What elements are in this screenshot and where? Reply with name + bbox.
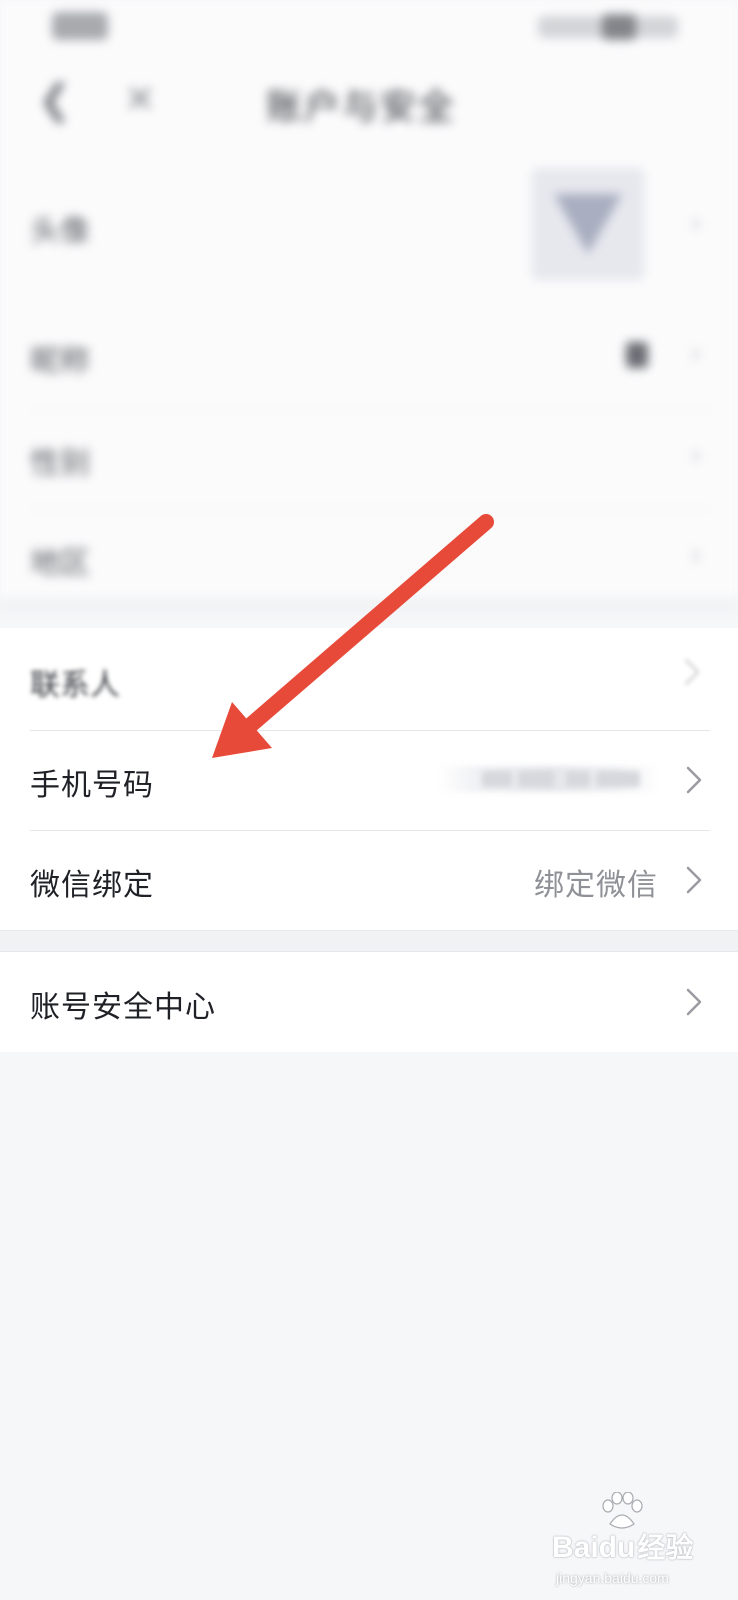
close-icon[interactable]: ✕	[124, 80, 156, 118]
row-account-security-center[interactable]: 账号安全中心	[0, 952, 738, 1052]
chevron-right-icon: ›	[690, 438, 702, 473]
row-value: 绑定微信	[534, 868, 658, 903]
row-phone-number[interactable]: 手机号码	[0, 730, 738, 830]
chevron-right-icon	[686, 866, 702, 898]
battery-icon	[602, 14, 636, 40]
row-label: 手机号码	[30, 768, 154, 803]
row-gender[interactable]: 性别 ›	[0, 410, 738, 510]
row-contact[interactable]: 联系人	[0, 628, 738, 730]
watermark-brand: Baidu经验	[552, 1531, 694, 1564]
row-wechat-binding[interactable]: 微信绑定 绑定微信	[0, 830, 738, 930]
row-label: 性别	[30, 446, 90, 481]
section-gap	[0, 930, 738, 952]
blurred-header-region: ❮ ✕ 账户与安全 头像 › 昵称 › 性别 › 地区 ›	[0, 0, 738, 612]
chevron-right-icon	[686, 766, 702, 798]
watermark: Baidu经验 jingyan.baidu.com	[552, 1492, 738, 1600]
divider	[30, 730, 710, 731]
chevron-right-icon	[684, 658, 700, 690]
page-title: 账户与安全	[266, 87, 456, 124]
row-region[interactable]: 地区 ›	[0, 510, 738, 600]
phone-number-value-masked	[438, 766, 660, 792]
avatar[interactable]	[532, 168, 644, 280]
chevron-right-icon: ›	[690, 538, 702, 573]
chevron-right-icon: ›	[690, 206, 702, 241]
chevron-right-icon	[686, 988, 702, 1020]
status-bar	[0, 0, 738, 56]
row-label: 地区	[30, 546, 90, 581]
row-label: 账号安全中心	[30, 990, 216, 1025]
row-label: 昵称	[30, 344, 90, 379]
divider	[30, 830, 710, 831]
nickname-value	[626, 342, 648, 368]
row-label: 微信绑定	[30, 868, 154, 903]
nav-bar: ❮ ✕ 账户与安全	[0, 56, 738, 156]
row-label: 联系人	[30, 668, 120, 703]
section-gap	[0, 598, 738, 612]
chevron-right-icon: ›	[690, 336, 702, 371]
status-time	[52, 12, 108, 40]
watermark-url: jingyan.baidu.com	[556, 1570, 669, 1586]
row-label: 头像	[30, 214, 90, 249]
chevron-left-icon[interactable]: ❮	[38, 80, 72, 120]
